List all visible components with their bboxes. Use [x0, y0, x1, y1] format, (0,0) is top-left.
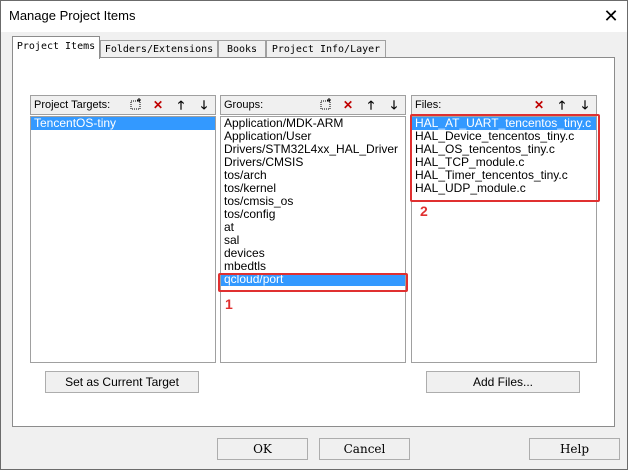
groups-list[interactable]: Application/MDK-ARM Application/User Dri…: [220, 116, 406, 363]
targets-header: Project Targets: ✕ 🡑 🡓: [30, 95, 216, 115]
list-item[interactable]: at: [221, 221, 405, 234]
groups-header: Groups: ✕ 🡑 🡓: [220, 95, 406, 115]
tab-project-items[interactable]: Project Items: [12, 36, 100, 59]
targets-label: Project Targets:: [34, 99, 111, 111]
annotation-number-1: 1: [225, 296, 233, 312]
files-label: Files:: [415, 99, 442, 111]
add-files-button[interactable]: Add Files...: [426, 371, 580, 393]
annotation-box-files: [410, 114, 600, 202]
window-title: Manage Project Items: [9, 8, 136, 23]
delete-icon[interactable]: ✕: [530, 97, 548, 114]
new-icon[interactable]: [317, 97, 335, 114]
ok-button[interactable]: OK: [217, 438, 308, 460]
annotation-number-2: 2: [420, 203, 428, 219]
new-icon[interactable]: [127, 97, 145, 114]
files-header: Files: ✕ 🡑 🡓: [411, 95, 597, 115]
tab-books[interactable]: Books: [218, 40, 266, 58]
delete-icon[interactable]: ✕: [339, 97, 357, 114]
help-button[interactable]: Help: [529, 438, 620, 460]
targets-list[interactable]: TencentOS-tiny: [30, 116, 216, 363]
tab-project-info-layer[interactable]: Project Info/Layer: [266, 40, 386, 58]
set-current-target-button[interactable]: Set as Current Target: [45, 371, 199, 393]
close-icon[interactable]: ✕: [598, 3, 624, 29]
cancel-button[interactable]: Cancel: [319, 438, 410, 460]
groups-label: Groups:: [224, 99, 264, 111]
list-item[interactable]: TencentOS-tiny: [31, 117, 215, 130]
move-up-icon[interactable]: 🡑: [553, 97, 571, 114]
move-up-icon[interactable]: 🡑: [362, 97, 380, 114]
move-down-icon[interactable]: 🡓: [385, 97, 403, 114]
list-item[interactable]: tos/config: [221, 208, 405, 221]
annotation-box-groups: [218, 273, 408, 292]
delete-icon[interactable]: ✕: [149, 97, 167, 114]
tab-folders-extensions[interactable]: Folders/Extensions: [100, 40, 218, 58]
move-up-icon[interactable]: 🡑: [172, 97, 190, 114]
move-down-icon[interactable]: 🡓: [576, 97, 594, 114]
move-down-icon[interactable]: 🡓: [195, 97, 213, 114]
title-bar: Manage Project Items ✕: [0, 0, 628, 32]
